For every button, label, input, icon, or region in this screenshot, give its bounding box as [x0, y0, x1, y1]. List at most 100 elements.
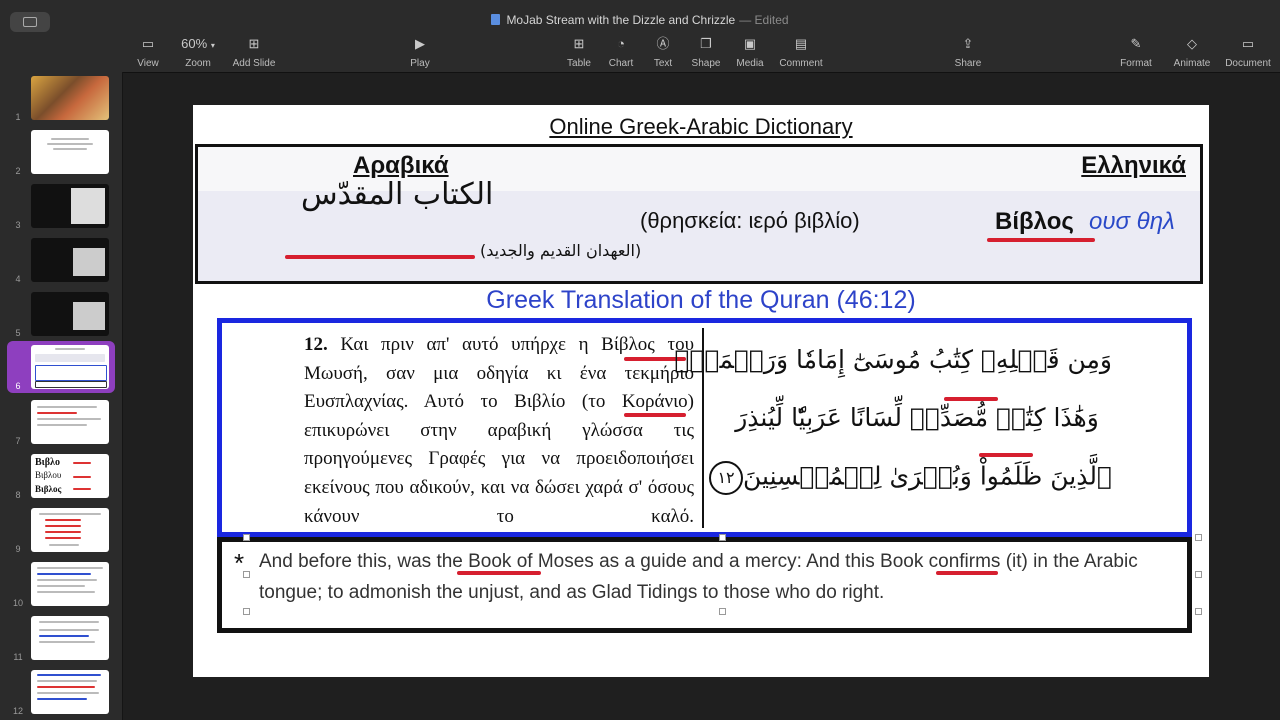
- arabic-word-underline: [285, 255, 475, 259]
- slide-number: 12: [12, 706, 23, 716]
- slide-6-preview: [31, 345, 109, 389]
- english-text-part: of Moses as a guide and a mercy: And thi…: [511, 551, 881, 572]
- comment-label: Comment: [779, 58, 823, 69]
- arabic-verse-line-3-text: ٱلَّذِينَ ظَلَمُواْ وَبُشۡرَىٰ لِلۡمُحۡس…: [743, 461, 1112, 491]
- share-label: Share: [954, 58, 982, 69]
- selection-handle[interactable]: [1195, 608, 1202, 615]
- arabic-verse-line-2: وَهَٰذَا كِتَٰبٞ مُّصَدِّقٞ لِّسَانًا عَ…: [735, 403, 1099, 432]
- slide-thumbnail-8[interactable]: Βιβλο Βιβλου Βιβλος 8: [0, 452, 122, 502]
- slide-navigator: 1 2 3 4 5 6 7 Βιβλο Βιβλου Βιβλος 8 9 10…: [0, 72, 123, 720]
- arabic-kitab-underline-1: [944, 397, 998, 401]
- slide-11-preview: [31, 616, 109, 660]
- slide-thumbnail-7[interactable]: 7: [0, 398, 122, 448]
- arabic-gloss: (العهدان القديم والجديد): [480, 241, 642, 260]
- slide-canvas[interactable]: Online Greek-Arabic Dictionary Αραβικά Ε…: [193, 105, 1209, 677]
- greek-word-underline: [987, 238, 1095, 242]
- arabic-kitab-underline-2: [979, 453, 1033, 457]
- slide-thumbnail-11[interactable]: 11: [0, 614, 122, 664]
- add-slide-button[interactable]: ⊞ Add Slide: [224, 36, 284, 69]
- greek-text-part: Και πριν απ' αυτό υπήρχε η: [327, 334, 602, 355]
- arabic-word: الكتاب المقدّس: [301, 177, 494, 212]
- slide-number: 3: [15, 220, 21, 230]
- play-icon: ▶: [415, 36, 425, 51]
- slide-number: 7: [15, 436, 21, 446]
- slide-2-preview: [31, 130, 109, 174]
- slide-number: 11: [13, 652, 23, 662]
- comment-button[interactable]: ▤ Comment: [771, 36, 831, 69]
- window-title: MoJab Stream with the Dizzle and Chrizzl…: [0, 13, 1280, 27]
- selection-handle[interactable]: [719, 534, 726, 541]
- slide-5-preview: [31, 292, 109, 336]
- slide-3-preview: [31, 184, 109, 228]
- quran-translation-title[interactable]: Greek Translation of the Quran (46:12): [193, 286, 1209, 315]
- slide-thumbnail-9[interactable]: 9: [0, 506, 122, 556]
- english-text-part: And before this, was: [259, 551, 437, 572]
- greek-gloss: (θρησκεία: ιερό βιβλίο): [640, 208, 860, 233]
- slide-thumbnail-10[interactable]: 10: [0, 560, 122, 610]
- window-title-text: MoJab Stream with the Dizzle and Chrizzl…: [506, 13, 736, 27]
- selection-handle[interactable]: [243, 571, 250, 578]
- selection-handle[interactable]: [719, 608, 726, 615]
- slide-thumbnail-12[interactable]: 12: [0, 668, 122, 718]
- animate-button[interactable]: ◇ Animate: [1162, 36, 1222, 69]
- slide-number: 2: [15, 166, 21, 176]
- selection-handle[interactable]: [243, 608, 250, 615]
- slide-number: 10: [12, 598, 23, 608]
- greek-word: Βίβλος: [995, 208, 1074, 235]
- slide-number: 9: [15, 544, 21, 554]
- animate-icon: ◇: [1187, 36, 1197, 51]
- english-translation-text: And before this, was the Book of Moses a…: [259, 546, 1189, 608]
- english-translation-box[interactable]: * And before this, was the Book of Moses…: [217, 537, 1192, 633]
- slide-12-preview: [31, 670, 109, 714]
- share-button[interactable]: ⇪ Share: [938, 36, 998, 69]
- greek-translation-text: 12. Και πριν απ' αυτό υπήρχε η Βίβλος το…: [304, 331, 694, 531]
- zoom-value-text: 60%: [181, 36, 208, 51]
- highlight-word-vivlio: Βιβλίο: [514, 391, 566, 413]
- slide-thumbnail-5[interactable]: 5: [0, 290, 122, 340]
- document-panel-icon: ▭: [1241, 36, 1255, 51]
- selection-handle[interactable]: [243, 534, 250, 541]
- highlight-the-book: the Book: [436, 551, 512, 572]
- selection-handle[interactable]: [1195, 534, 1202, 541]
- arabic-verse-line-1: وَمِن قَبۡلِهِۦ كِتَٰبُ مُوسَىٰٓ إِمَامٗ…: [674, 345, 1112, 374]
- slide-thumbnail-1[interactable]: 1: [0, 74, 122, 124]
- book-underline: [936, 571, 998, 575]
- slide-thumbnail-2[interactable]: 2: [0, 128, 122, 178]
- slide-thumbnail-6[interactable]: 6: [7, 341, 115, 393]
- greek-grammar-tag: ουσ θηλ: [1089, 208, 1175, 235]
- arabic-column-header: Αραβικά: [353, 152, 449, 179]
- document-icon: [491, 14, 501, 25]
- slide-10-preview: [31, 562, 109, 606]
- zoom-dropdown[interactable]: 60% ▾ Zoom: [168, 36, 228, 69]
- slide-number: 4: [15, 274, 21, 284]
- arabic-verse-line-3: ٱلَّذِينَ ظَلَمُواْ وَبُشۡرَىٰ لِلۡمُحۡس…: [709, 461, 1112, 495]
- toolbar: MoJab Stream with the Dizzle and Chrizzl…: [0, 0, 1280, 73]
- slide-thumbnail-3[interactable]: 3: [0, 182, 122, 232]
- highlight-word-vivlos: Βίβλος: [601, 334, 655, 355]
- zoom-label: Zoom: [185, 58, 211, 69]
- format-brush-icon: ✎: [1130, 36, 1142, 51]
- slide-1-preview: [31, 76, 109, 120]
- play-label: Play: [410, 58, 430, 69]
- greek-column-header: Ελληνικά: [1081, 152, 1186, 179]
- format-label: Format: [1120, 58, 1152, 69]
- zoom-value: 60% ▾: [168, 36, 228, 52]
- add-slide-icon: ⊞: [248, 36, 260, 51]
- add-slide-label: Add Slide: [232, 58, 276, 69]
- slide-number: 8: [15, 490, 21, 500]
- slide-number: 1: [15, 112, 21, 122]
- slide-number: 5: [15, 328, 21, 338]
- format-button[interactable]: ✎ Format: [1106, 36, 1166, 69]
- the-book-underline: [457, 571, 541, 575]
- slide-title[interactable]: Online Greek-Arabic Dictionary: [193, 114, 1209, 140]
- edited-status: — Edited: [739, 13, 789, 27]
- slide-4-preview: [31, 238, 109, 282]
- slide-thumbnail-4[interactable]: 4: [0, 236, 122, 286]
- quran-verse-box[interactable]: 12. Και πριν απ' αυτό υπήρχε η Βίβλος το…: [217, 318, 1192, 537]
- chevron-down-icon: ▾: [210, 41, 215, 50]
- document-button[interactable]: ▭ Document: [1218, 36, 1278, 69]
- play-button[interactable]: ▶ Play: [390, 36, 450, 69]
- verse-number: 12.: [304, 334, 328, 355]
- slide-7-preview: [31, 400, 109, 444]
- selection-handle[interactable]: [1195, 571, 1202, 578]
